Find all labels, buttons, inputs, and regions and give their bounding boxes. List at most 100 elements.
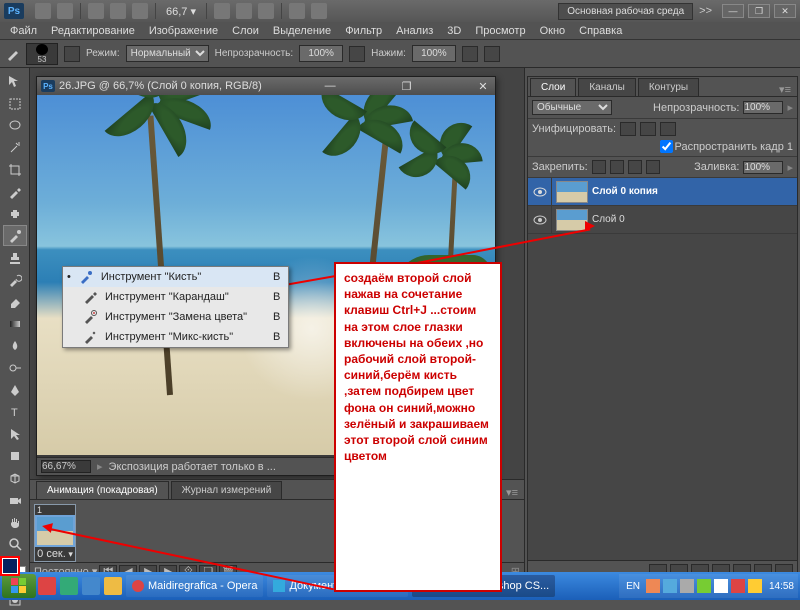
flow-input[interactable] bbox=[412, 45, 456, 62]
flyout-pencil[interactable]: Инструмент "Карандаш"B bbox=[63, 287, 288, 307]
tab-animation[interactable]: Анимация (покадровая) bbox=[36, 481, 169, 499]
crop-tool[interactable] bbox=[3, 159, 27, 180]
dodge-tool[interactable] bbox=[3, 357, 27, 378]
document-minimize[interactable]: — bbox=[322, 80, 338, 92]
layer-blend-select[interactable]: Обычные bbox=[532, 100, 612, 115]
3d-tool[interactable] bbox=[3, 467, 27, 488]
healing-tool[interactable] bbox=[3, 203, 27, 224]
zoom-tool[interactable] bbox=[3, 533, 27, 554]
document-titlebar[interactable]: Ps 26.JPG @ 66,7% (Слой 0 копия, RGB/8) … bbox=[37, 77, 495, 95]
lock-position-icon[interactable] bbox=[628, 160, 642, 174]
tab-measurement-log[interactable]: Журнал измерений bbox=[171, 481, 283, 499]
zoom-display[interactable]: 66,7 ▾ bbox=[166, 5, 196, 18]
view-extras-icon[interactable] bbox=[88, 3, 104, 19]
brush-tool[interactable] bbox=[3, 225, 27, 246]
unify-position-icon[interactable] bbox=[620, 122, 636, 136]
foreground-color[interactable] bbox=[2, 558, 18, 574]
marquee-tool[interactable] bbox=[3, 93, 27, 114]
ql-app2-icon[interactable] bbox=[60, 577, 78, 595]
tray-icon-1[interactable] bbox=[646, 579, 660, 593]
language-indicator[interactable]: EN bbox=[623, 581, 643, 592]
zoom-tool-icon[interactable] bbox=[236, 3, 252, 19]
pen-tool[interactable] bbox=[3, 379, 27, 400]
menu-filter[interactable]: Фильтр bbox=[338, 25, 389, 37]
flyout-brush[interactable]: • Инструмент "Кисть"B bbox=[63, 267, 288, 287]
blend-mode-select[interactable]: Нормальный bbox=[126, 45, 209, 62]
tab-layers[interactable]: Слои bbox=[530, 78, 576, 96]
lock-pixels-icon[interactable] bbox=[610, 160, 624, 174]
hand-tool-icon[interactable] bbox=[214, 3, 230, 19]
tray-icon-5[interactable] bbox=[714, 579, 728, 593]
menu-view[interactable]: Просмотр bbox=[468, 25, 532, 37]
layer-thumbnail[interactable] bbox=[556, 209, 588, 231]
layer-visibility-icon[interactable] bbox=[528, 178, 552, 205]
layer-visibility-icon[interactable] bbox=[528, 206, 552, 233]
layer-thumbnail[interactable] bbox=[556, 181, 588, 203]
eraser-tool[interactable] bbox=[3, 291, 27, 312]
view-grid-icon[interactable] bbox=[132, 3, 148, 19]
tray-icon-2[interactable] bbox=[663, 579, 677, 593]
opacity-input[interactable] bbox=[299, 45, 343, 62]
tray-icon-6[interactable] bbox=[731, 579, 745, 593]
menu-window[interactable]: Окно bbox=[533, 25, 573, 37]
layer-name[interactable]: Слой 0 копия bbox=[592, 186, 658, 197]
tray-icon-4[interactable] bbox=[697, 579, 711, 593]
start-button[interactable] bbox=[2, 574, 36, 598]
document-zoom-input[interactable] bbox=[41, 460, 91, 473]
move-tool[interactable] bbox=[3, 71, 27, 92]
menu-analysis[interactable]: Анализ bbox=[389, 25, 440, 37]
tray-icon-3[interactable] bbox=[680, 579, 694, 593]
menu-help[interactable]: Справка bbox=[572, 25, 629, 37]
rotate-view-icon[interactable] bbox=[258, 3, 274, 19]
type-tool[interactable]: T bbox=[3, 401, 27, 422]
window-minimize[interactable]: — bbox=[722, 4, 744, 18]
airbrush-icon[interactable] bbox=[462, 46, 478, 62]
menu-layer[interactable]: Слои bbox=[225, 25, 266, 37]
hand-tool[interactable] bbox=[3, 511, 27, 532]
window-close[interactable]: ✕ bbox=[774, 4, 796, 18]
layer-name[interactable]: Слой 0 bbox=[592, 214, 625, 225]
layer-row-0[interactable]: Слой 0 копия bbox=[528, 178, 797, 206]
wand-tool[interactable] bbox=[3, 137, 27, 158]
tool-preset-icon[interactable] bbox=[6, 47, 20, 61]
taskbar-clock[interactable]: 14:58 bbox=[769, 581, 794, 592]
minibridge-icon[interactable] bbox=[57, 3, 73, 19]
shape-tool[interactable] bbox=[3, 445, 27, 466]
lasso-tool[interactable] bbox=[3, 115, 27, 136]
ql-app3-icon[interactable] bbox=[82, 577, 100, 595]
propagate-frame-checkbox[interactable]: Распространить кадр 1 bbox=[660, 140, 793, 153]
lock-transparent-icon[interactable] bbox=[592, 160, 606, 174]
menu-edit[interactable]: Редактирование bbox=[44, 25, 142, 37]
unify-visibility-icon[interactable] bbox=[640, 122, 656, 136]
menu-3d[interactable]: 3D bbox=[440, 25, 468, 37]
flyout-mixer-brush[interactable]: Инструмент "Микс-кисть"B bbox=[63, 327, 288, 347]
document-maximize[interactable]: ❐ bbox=[399, 80, 415, 93]
arrange-docs-icon[interactable] bbox=[289, 3, 305, 19]
ql-opera-icon[interactable] bbox=[38, 577, 56, 595]
bridge-icon[interactable] bbox=[35, 3, 51, 19]
3d-camera-tool[interactable] bbox=[3, 489, 27, 510]
layers-menu-icon[interactable]: ▾≡ bbox=[773, 83, 797, 96]
fill-input[interactable] bbox=[743, 161, 783, 174]
brush-panel-toggle-icon[interactable] bbox=[64, 46, 80, 62]
eyedropper-tool[interactable] bbox=[3, 181, 27, 202]
gradient-tool[interactable] bbox=[3, 313, 27, 334]
document-close[interactable]: ✕ bbox=[475, 80, 491, 93]
window-maximize[interactable]: ❐ bbox=[748, 4, 770, 18]
layer-opacity-input[interactable] bbox=[743, 101, 783, 114]
layer-row-1[interactable]: Слой 0 bbox=[528, 206, 797, 234]
blur-tool[interactable] bbox=[3, 335, 27, 356]
workspace-switcher[interactable]: Основная рабочая среда bbox=[558, 3, 693, 20]
tab-channels[interactable]: Каналы bbox=[578, 78, 636, 96]
tab-paths[interactable]: Контуры bbox=[638, 78, 699, 96]
unify-style-icon[interactable] bbox=[660, 122, 676, 136]
view-rulers-icon[interactable] bbox=[110, 3, 126, 19]
stamp-tool[interactable] bbox=[3, 247, 27, 268]
menu-image[interactable]: Изображение bbox=[142, 25, 225, 37]
flyout-color-replace[interactable]: Инструмент "Замена цвета"B bbox=[63, 307, 288, 327]
path-select-tool[interactable] bbox=[3, 423, 27, 444]
taskbar-item-0[interactable]: Maidiregrafica - Opera bbox=[126, 575, 263, 597]
opacity-pressure-icon[interactable] bbox=[349, 46, 365, 62]
size-pressure-icon[interactable] bbox=[484, 46, 500, 62]
panel-menu-icon[interactable]: ▾≡ bbox=[500, 486, 524, 499]
